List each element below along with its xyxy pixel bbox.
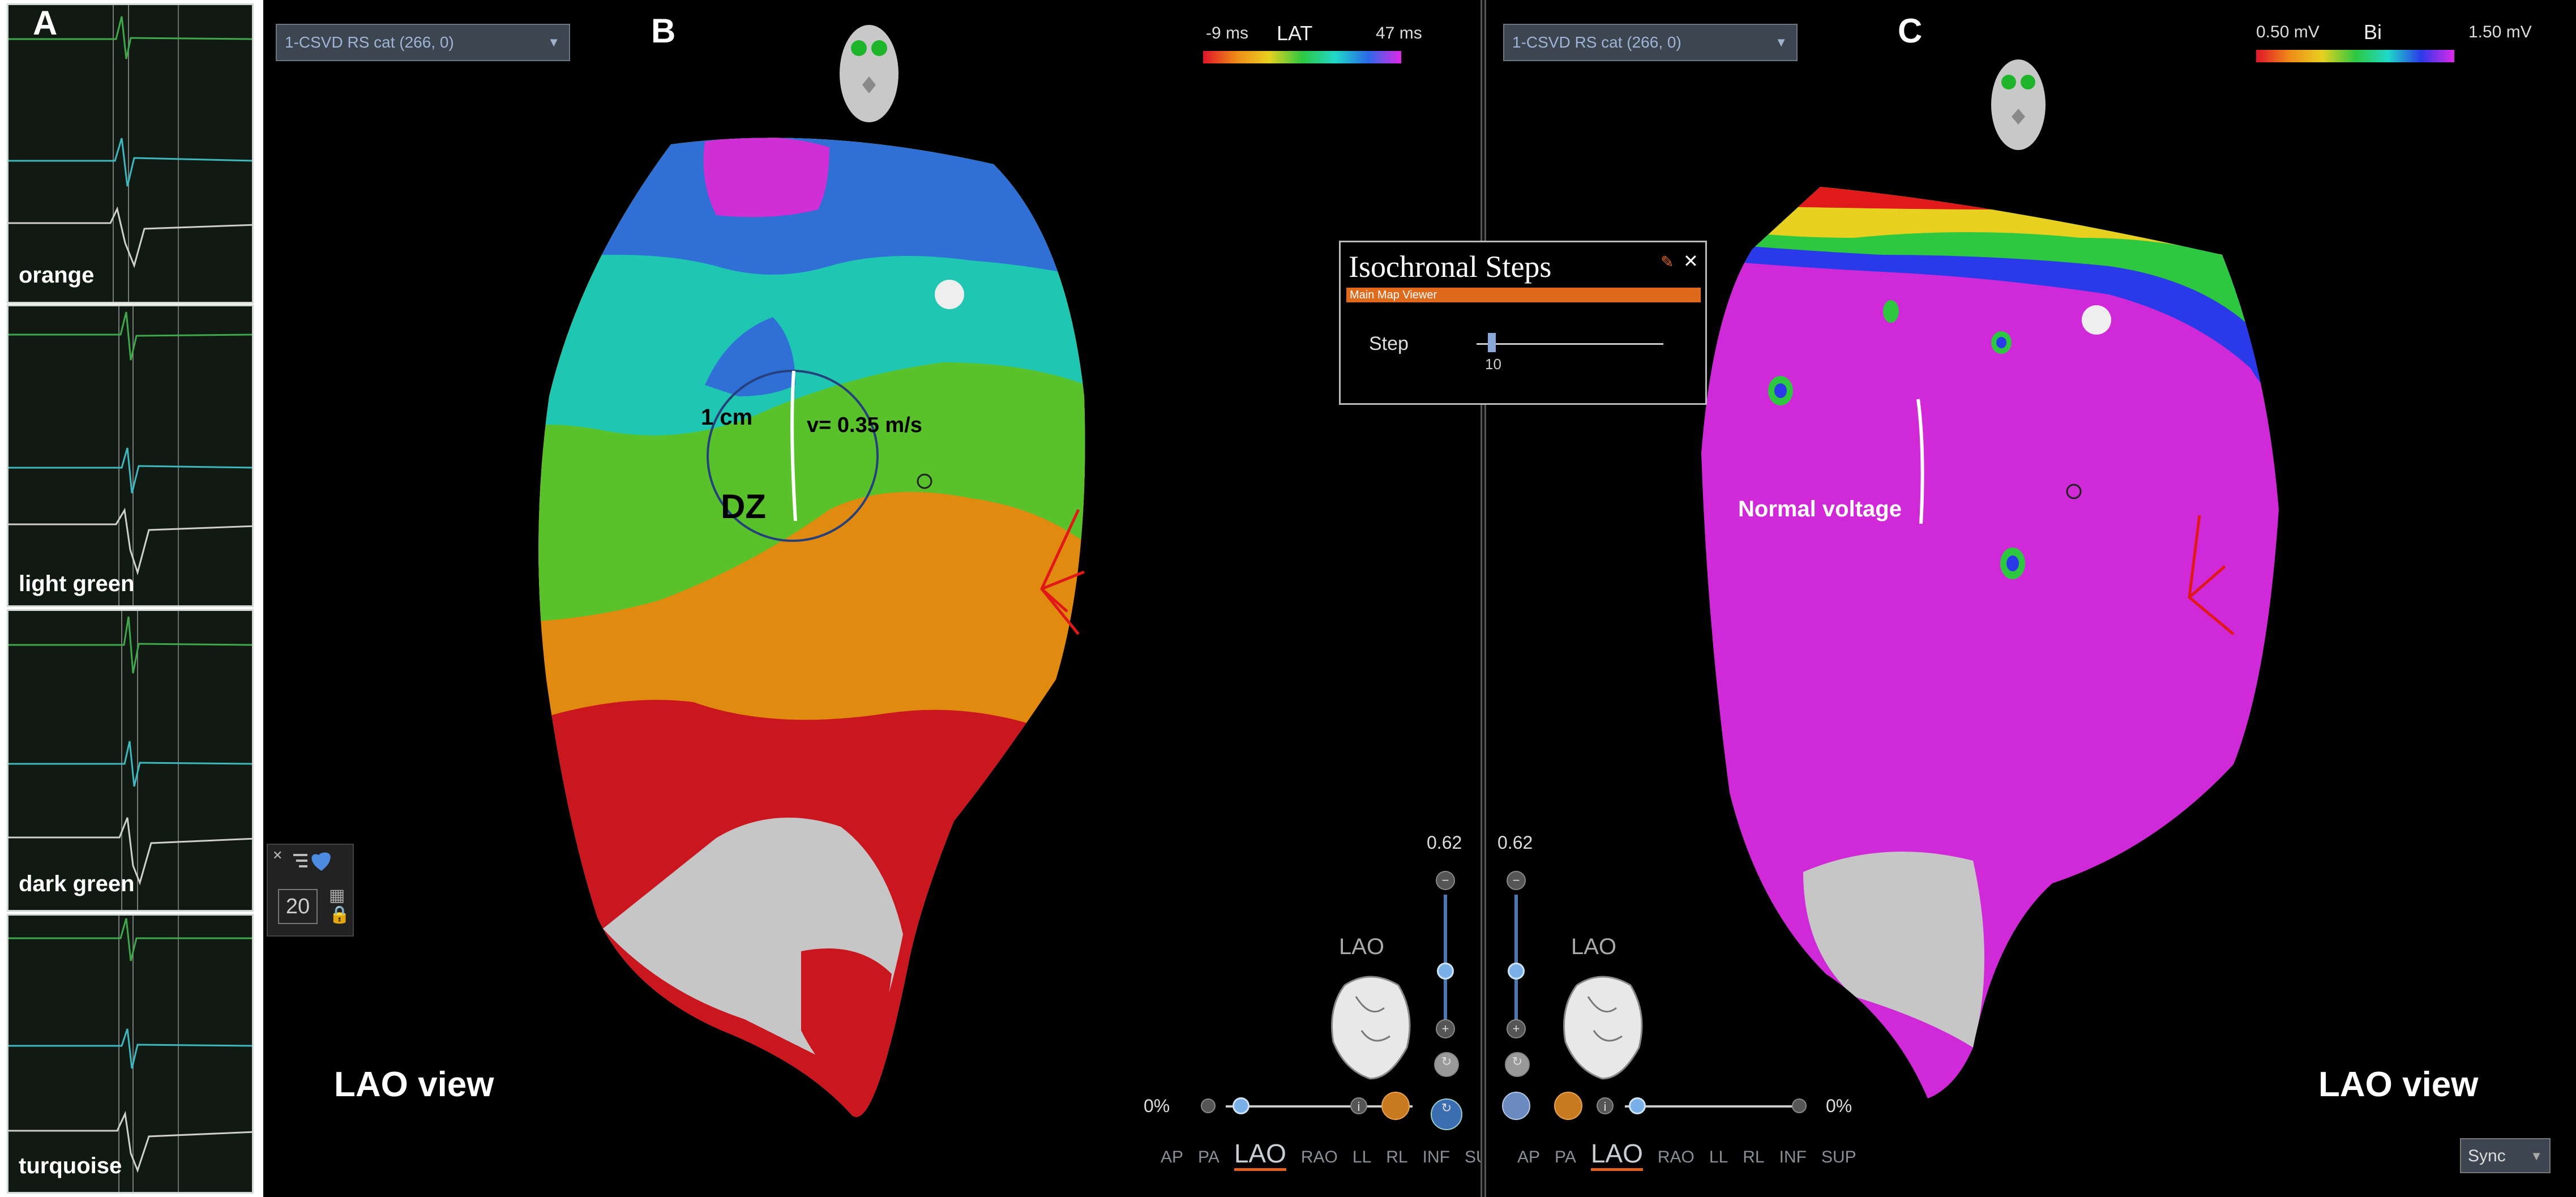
- step-count-box[interactable]: 20: [278, 889, 318, 924]
- home-icon[interactable]: [1792, 1098, 1807, 1113]
- egm-trace-light-green: [8, 306, 252, 605]
- panel-divider[interactable]: [1480, 0, 1486, 1197]
- velocity-annotation: v= 0.35 m/s: [807, 413, 922, 437]
- view-reset-icon[interactable]: [1502, 1092, 1530, 1120]
- percent-b: 0%: [1144, 1096, 1170, 1116]
- timeline-slider-c[interactable]: [1625, 1105, 1806, 1108]
- close-icon[interactable]: ✕: [1683, 250, 1698, 272]
- zoom-out-icon[interactable]: −: [1436, 871, 1455, 890]
- opacity-value-b: 0.62: [1427, 832, 1462, 853]
- isochronal-title: Isochronal Steps: [1349, 250, 1552, 284]
- step-slider-knob[interactable]: [1488, 333, 1496, 352]
- orientation-label-c: LAO: [1571, 934, 1617, 959]
- nav-pa-b[interactable]: PA: [1198, 1148, 1219, 1166]
- view-nav-b: AP PA LAO RAO LL RL INF SUP: [1161, 1138, 1480, 1171]
- opacity-slider-knob-c[interactable]: [1508, 963, 1525, 980]
- nav-pa-c[interactable]: PA: [1555, 1148, 1576, 1166]
- lock-icon[interactable]: 🔒: [329, 905, 350, 925]
- heart-filter-icon[interactable]: [290, 848, 341, 877]
- egm-box-turquoise: turquoise: [7, 914, 254, 1194]
- view-reset-icon[interactable]: ↻: [1431, 1098, 1462, 1130]
- voltage-map-panel: 1-CSVD RS cat (266, 0) ▼ C 0.50 mV Bi 1.…: [1486, 0, 2576, 1197]
- egm-label-orange: orange: [19, 263, 95, 288]
- timeline-knob-c[interactable]: [1629, 1097, 1646, 1114]
- orientation-label-b: LAO: [1339, 934, 1385, 959]
- view-nav-c: AP PA LAO RAO LL RL INF SUP: [1517, 1138, 1871, 1171]
- zoom-in-icon[interactable]: +: [1507, 1019, 1526, 1038]
- panel-letter-a: A: [33, 4, 58, 42]
- zoom-out-icon[interactable]: −: [1507, 871, 1526, 890]
- nav-lao-b[interactable]: LAO: [1234, 1139, 1286, 1171]
- grid-icon[interactable]: ▦: [329, 886, 345, 905]
- nav-sup-b[interactable]: SUP: [1465, 1148, 1480, 1166]
- egm-trace-turquoise: [8, 916, 252, 1192]
- play-icon[interactable]: [1554, 1092, 1582, 1120]
- step-value: 10: [1485, 356, 1501, 373]
- info-icon[interactable]: i: [1350, 1097, 1367, 1114]
- nav-inf-b[interactable]: INF: [1423, 1148, 1450, 1166]
- nav-rl-c[interactable]: RL: [1743, 1148, 1764, 1166]
- egm-label-light-green: light green: [19, 571, 135, 596]
- sync-dropdown[interactable]: Sync ▼: [2460, 1138, 2551, 1173]
- egm-box-orange: orange: [7, 3, 254, 303]
- heart-orientation-icon: [1563, 976, 1643, 1080]
- map-tools-widget: ✕ 20 ▦ 🔒: [267, 844, 354, 937]
- info-icon[interactable]: i: [1597, 1097, 1614, 1114]
- lat-activation-map: [538, 138, 1085, 1117]
- rotate-icon[interactable]: ↻: [1434, 1052, 1459, 1077]
- chevron-down-icon: ▼: [2530, 1149, 2543, 1163]
- rotate-icon[interactable]: ↻: [1505, 1052, 1530, 1077]
- step-slider[interactable]: [1477, 343, 1663, 345]
- egm-panel: orange light green dark green turquoise …: [0, 0, 259, 1197]
- view-label-c: LAO view: [2318, 1065, 2479, 1104]
- egm-label-dark-green: dark green: [19, 871, 135, 896]
- nav-ll-c[interactable]: LL: [1709, 1148, 1728, 1166]
- nav-rao-b[interactable]: RAO: [1301, 1148, 1338, 1166]
- nav-ll-b[interactable]: LL: [1353, 1148, 1371, 1166]
- nav-inf-c[interactable]: INF: [1779, 1148, 1807, 1166]
- egm-trace-dark-green: [8, 611, 252, 910]
- timeline-knob-b[interactable]: [1233, 1097, 1250, 1114]
- step-label: Step: [1369, 333, 1409, 354]
- normal-voltage-annotation: Normal voltage: [1738, 497, 1902, 521]
- pin-icon[interactable]: ✎: [1661, 253, 1674, 271]
- sync-value: Sync: [2468, 1147, 2506, 1165]
- egm-box-dark-green: dark green: [7, 609, 254, 912]
- opacity-slider-knob-b[interactable]: [1437, 963, 1454, 980]
- nav-lao-c[interactable]: LAO: [1590, 1139, 1643, 1171]
- dense-zone-annotation: DZ: [721, 488, 766, 525]
- egm-trace-orange: [8, 5, 252, 302]
- isochronal-subtitle: Main Map Viewer: [1346, 288, 1701, 302]
- egm-label-turquoise: turquoise: [19, 1153, 122, 1178]
- home-icon[interactable]: [1201, 1098, 1216, 1113]
- egm-box-light-green: light green: [7, 305, 254, 607]
- lat-map-panel: 1-CSVD RS cat (266, 0) ▼ B -9 ms LAT 47 …: [263, 0, 1480, 1197]
- distance-annotation: 1 cm: [701, 405, 753, 430]
- play-icon[interactable]: [1381, 1092, 1410, 1120]
- nav-ap-c[interactable]: AP: [1517, 1148, 1540, 1166]
- close-icon[interactable]: ✕: [272, 848, 283, 863]
- nav-ap-b[interactable]: AP: [1161, 1148, 1183, 1166]
- view-label-b: LAO view: [334, 1065, 494, 1104]
- nav-rl-b[interactable]: RL: [1386, 1148, 1407, 1166]
- heart-orientation-icon: [1331, 976, 1411, 1080]
- nav-rao-c[interactable]: RAO: [1658, 1148, 1694, 1166]
- opacity-value-c: 0.62: [1497, 832, 1533, 853]
- nav-sup-c[interactable]: SUP: [1821, 1148, 1856, 1166]
- percent-c: 0%: [1826, 1096, 1852, 1116]
- isochronal-steps-window: Isochronal Steps ✎ ✕ Main Map Viewer Ste…: [1339, 241, 1707, 405]
- zoom-in-icon[interactable]: +: [1436, 1019, 1455, 1038]
